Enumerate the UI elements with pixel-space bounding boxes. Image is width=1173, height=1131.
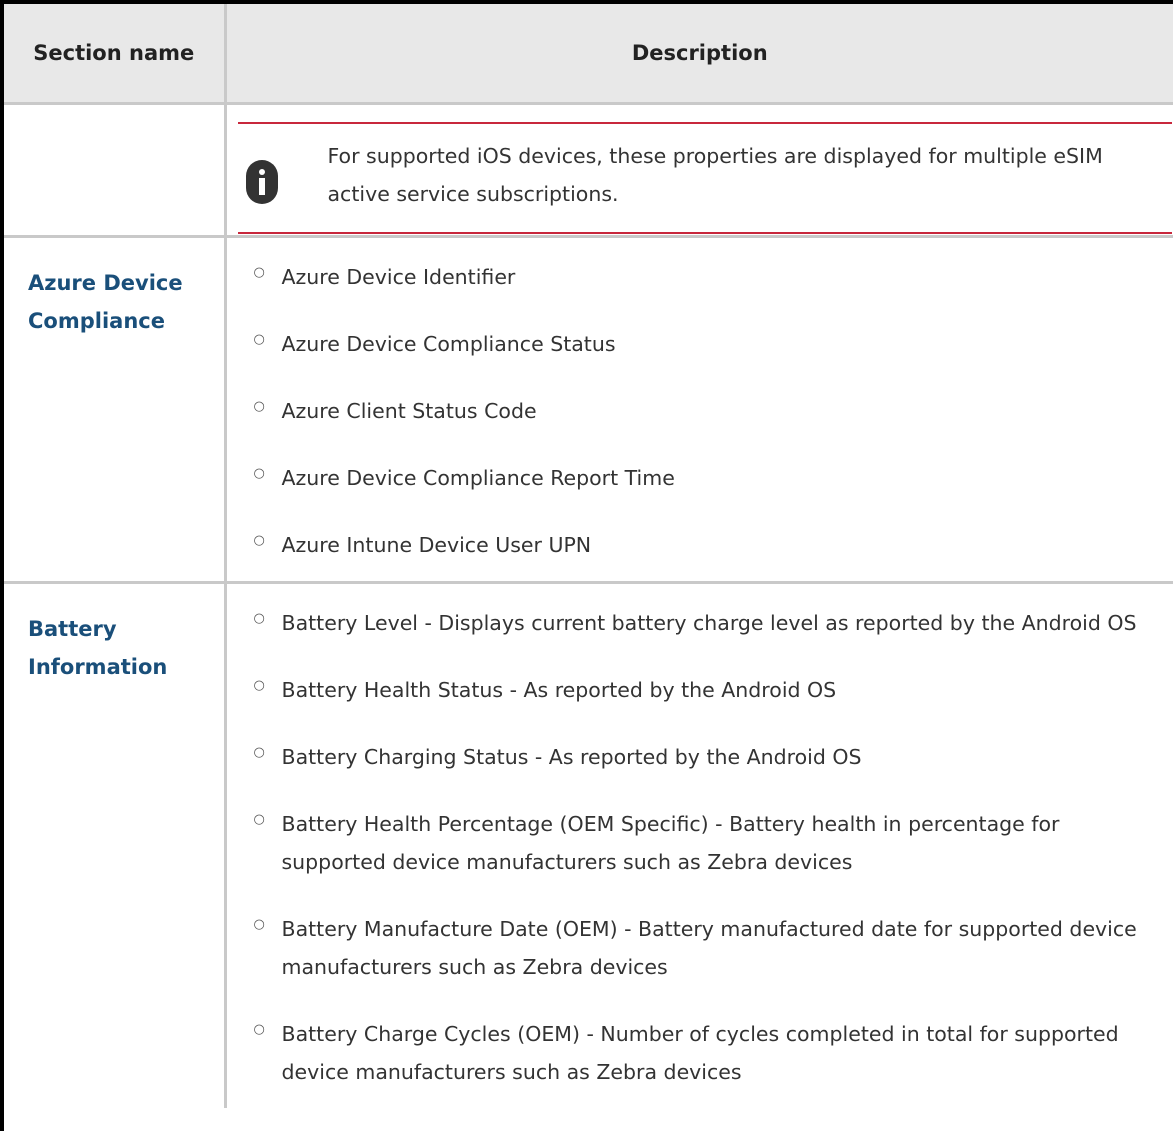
note-text: For supported iOS devices, these propert… — [327, 143, 1103, 206]
table-row: Battery Information ○ Battery Level - Dis… — [4, 582, 1173, 1108]
table-header-row: Section name Description — [4, 4, 1173, 105]
list-item: ○ Azure Device Compliance Report Time — [253, 465, 675, 490]
properties-table: Section name Description For supported i… — [4, 4, 1173, 1108]
section-name-azure: Azure Device Compliance — [4, 236, 227, 584]
list-item: ○ Battery Health Percentage (OEM Specific… — [253, 811, 1060, 874]
list-item: ○ Azure Device Compliance Status — [253, 331, 616, 356]
header-description: Description — [225, 4, 1173, 105]
note-callout: For supported iOS devices, these propert… — [237, 121, 1172, 234]
description-cell: For supported iOS devices, these propert… — [225, 103, 1173, 238]
description-cell: ○ Battery Level - Displays current batter… — [225, 582, 1173, 1108]
list-item: ○ Battery Charging Status - As reported b… — [253, 744, 862, 769]
section-name-cell-empty — [4, 103, 227, 238]
list-item: ○ Battery Level - Displays current batter… — [253, 610, 1137, 635]
list-item: ○ Azure Device Identifier — [253, 264, 516, 289]
azure-property-list: ○ Azure Device Identifier ○ Azure Device C… — [228, 258, 1173, 580]
list-item: ○ Azure Client Status Code — [253, 398, 537, 423]
description-cell: ○ Azure Device Identifier ○ Azure Device C… — [225, 236, 1173, 584]
list-item: ○ Battery Charge Cycles (OEM) - Number of… — [253, 1021, 1119, 1084]
header-section-name: Section name — [4, 4, 227, 105]
list-item: ○ Azure Intune Device User UPN — [253, 532, 592, 557]
section-name-battery: Battery Information — [4, 582, 227, 1108]
info-icon — [245, 159, 278, 204]
table-row: Azure Device Compliance ○ Azure Device Id… — [4, 236, 1173, 584]
table-row: For supported iOS devices, these propert… — [4, 103, 1173, 238]
list-item: ○ Battery Manufacture Date (OEM) - Batter… — [253, 916, 1137, 979]
battery-property-list: ○ Battery Level - Displays current batter… — [228, 604, 1173, 1107]
list-item: ○ Battery Health Status - As reported by … — [253, 677, 837, 702]
